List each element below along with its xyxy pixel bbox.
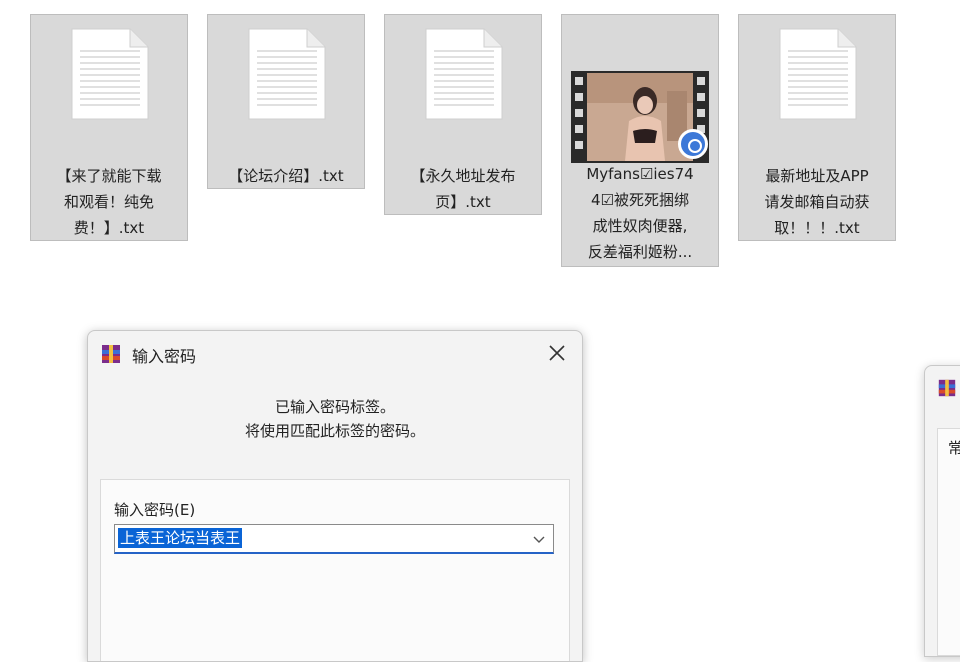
password-value: 上表王论坛当表王 — [118, 528, 243, 548]
file-name-line: 费！】.txt — [73, 219, 145, 237]
password-field-label: 输入密码(E) — [114, 501, 196, 519]
file-name: 【来了就能下载 和观看！纯免 费！】.txt — [37, 163, 181, 241]
dialog-message-line: 将使用匹配此标签的密码。 — [244, 422, 425, 440]
file-name: 【论坛介绍】.txt — [214, 163, 358, 189]
file-name-line: 【论坛介绍】.txt — [228, 167, 344, 185]
file-name-line: 请发邮箱自动获 — [764, 193, 870, 211]
chevron-down-icon[interactable] — [531, 531, 547, 547]
close-icon[interactable] — [542, 339, 572, 367]
file-name-line: 最新地址及APP — [765, 167, 869, 185]
winrar-icon — [102, 345, 120, 363]
tab-general[interactable]: 常 — [948, 437, 960, 458]
file-name-line: Myfans☑ies74 — [586, 165, 694, 183]
file-tile-3[interactable]: 【永久地址发布 页】.txt — [384, 14, 542, 215]
file-name: 【永久地址发布 页】.txt — [391, 163, 535, 215]
file-name-line: 【永久地址发布 — [410, 167, 516, 185]
text-file-icon — [425, 28, 503, 120]
winrar-icon — [938, 379, 956, 397]
file-name: 最新地址及APP 请发邮箱自动获 取！！！.txt — [745, 163, 889, 241]
dialog-title: 输入密码 — [132, 347, 197, 366]
file-tile-4[interactable]: Myfans☑ies74 4☑被死死捆绑 成性奴肉便器, 反差福利姬粉... — [561, 14, 719, 267]
text-file-icon — [71, 28, 149, 120]
file-name-line: 和观看！纯免 — [63, 193, 154, 211]
file-tile-1[interactable]: 【来了就能下载 和观看！纯免 费！】.txt — [30, 14, 188, 241]
file-name-line: 反差福利姬粉... — [587, 243, 693, 261]
file-name-line: 页】.txt — [435, 193, 491, 211]
background-dialog: 常 — [924, 365, 960, 657]
password-combobox[interactable]: 上表王论坛当表王 — [114, 524, 554, 554]
file-name-line: 4☑被死死捆绑 — [591, 191, 689, 209]
sync-status-icon — [678, 129, 708, 159]
file-name-line: 取！！！.txt — [774, 219, 860, 237]
file-tile-2[interactable]: 【论坛介绍】.txt — [207, 14, 365, 189]
file-name-line: 成性奴肉便器, — [592, 217, 688, 235]
file-name: Myfans☑ies74 4☑被死死捆绑 成性奴肉便器, 反差福利姬粉... — [568, 161, 712, 265]
background-dialog-panel: 常 — [937, 428, 960, 656]
password-dialog: 输入密码 已输入密码标签。 将使用匹配此标签的密码。 输入密码(E) 上表王论坛… — [87, 330, 583, 662]
dialog-message-line: 已输入密码标签。 — [274, 398, 395, 416]
text-file-icon — [779, 28, 857, 120]
text-file-icon — [248, 28, 326, 120]
file-tile-5[interactable]: 最新地址及APP 请发邮箱自动获 取！！！.txt — [738, 14, 896, 241]
file-name-line: 【来了就能下载 — [56, 167, 162, 185]
dialog-message: 已输入密码标签。 将使用匹配此标签的密码。 — [88, 395, 582, 443]
